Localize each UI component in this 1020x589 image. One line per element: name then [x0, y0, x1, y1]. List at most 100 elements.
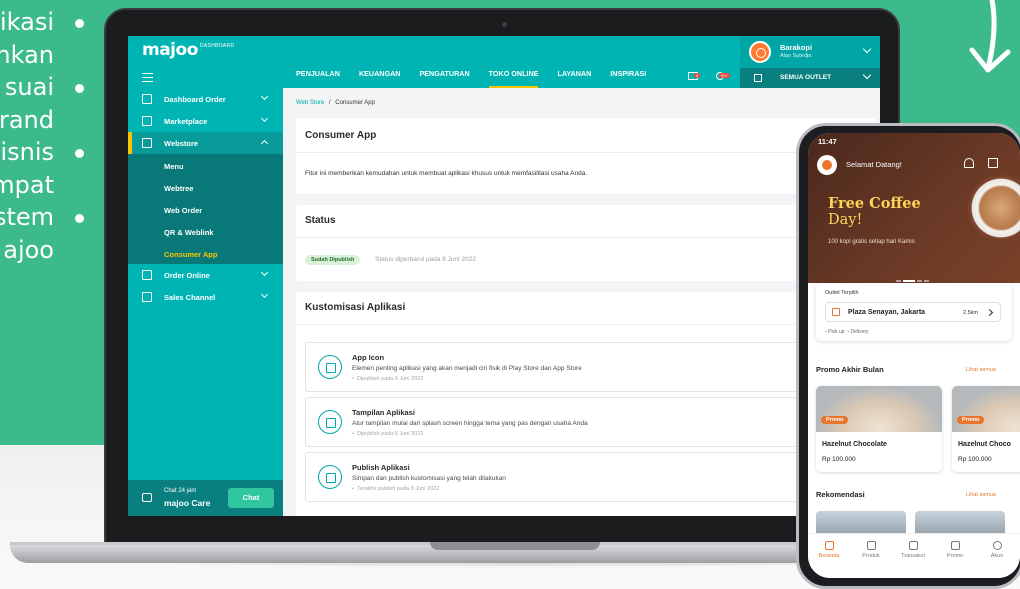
notification-badge: 99+ [719, 73, 730, 78]
nav-produk[interactable]: Produk [850, 541, 892, 559]
chat-icon [142, 493, 152, 502]
see-all-link[interactable]: Lihat semua [966, 367, 996, 373]
submenu-item-qr-weblink[interactable]: QR & Weblink [164, 228, 213, 237]
sidebar-item-label: Dashboard Order [164, 95, 226, 104]
feature-publish-aplikasi[interactable]: Publish Aplikasi Simpan dan publish kust… [305, 452, 876, 502]
breadcrumb: Web Store / Consumer App [296, 100, 375, 106]
webstore-icon [142, 138, 152, 148]
outlet-distance: 2,5km [963, 310, 978, 316]
mode-pickup[interactable]: Pick up [828, 329, 844, 335]
divider [296, 152, 876, 153]
page-title: Consumer App [305, 130, 377, 141]
nav-transaksi[interactable]: Transaksi [892, 541, 934, 559]
breadcrumb-link[interactable]: Web Store [296, 100, 324, 106]
chevron-down-icon [862, 70, 872, 80]
nav-toko-online[interactable]: TOKO ONLINE [488, 68, 538, 88]
main-content: Web Store / Consumer App Consumer App Fi… [283, 88, 880, 516]
sidebar: Dashboard Order Marketplace Webstore Men… [128, 88, 283, 516]
majoo-logo[interactable]: majoo [142, 40, 198, 60]
user-menu[interactable]: Barakopi Alan Sutedja [740, 36, 880, 68]
consumer-app-card: Consumer App Fitur ini memberikan kemuda… [296, 118, 876, 194]
sidebar-item-label: Order Online [164, 271, 210, 280]
customization-card: Kustomisasi Aplikasi App Icon Elemen pen… [296, 292, 876, 516]
phone-screen: 11:47 Selamat Datang! Free Coffee Day! 1… [808, 133, 1020, 578]
nav-penjualan[interactable]: PENJUALAN [296, 68, 340, 88]
feature-description: Simpan dan publish kustomisasi yang tela… [352, 475, 506, 482]
order-modes: • Pick up • Delivery [825, 329, 869, 335]
sidebar-item-marketplace[interactable]: Marketplace [128, 110, 283, 132]
menu-icon[interactable] [142, 73, 153, 82]
nav-promo[interactable]: Promo [934, 541, 976, 559]
chat-bar: Chat 24 jam majoo Care Chat [128, 480, 283, 516]
nav-label: Akun [990, 553, 1004, 559]
sidebar-item-sales-channel[interactable]: Sales Channel [128, 286, 283, 308]
submenu-item-webtree[interactable]: Webtree [164, 184, 193, 193]
bottom-nav: Beranda Produk Transaksi Promo Akun [808, 533, 1020, 578]
user-name: Barakopi [780, 43, 813, 52]
nav-label: Produk [862, 553, 880, 559]
bell-icon[interactable] [964, 158, 974, 168]
coffee-cup-image [968, 175, 1020, 241]
mode-delivery[interactable]: Delivery [851, 329, 869, 335]
outlet-name: Plaza Senayan, Jakarta [848, 309, 926, 316]
nav-beranda[interactable]: Beranda [808, 541, 850, 559]
sales-channel-icon [142, 292, 152, 302]
submenu-item-web-order[interactable]: Web Order [164, 206, 202, 215]
breadcrumb-current: Consumer App [335, 100, 375, 106]
status-note: Status diperbarui pada 8 Juni 2022 [375, 256, 476, 263]
sidebar-item-dashboard-order[interactable]: Dashboard Order [128, 88, 283, 110]
avatar [749, 41, 771, 63]
feature-tampilan-aplikasi[interactable]: Tampilan Aplikasi Atur tampilan mulai da… [305, 397, 876, 447]
bag-icon [866, 541, 876, 550]
promo-badge: Promo [957, 416, 985, 424]
outlet-card: Outlet Terpilih Plaza Senayan, Jakarta 2… [816, 283, 1012, 341]
store-icon [754, 74, 762, 82]
feature-app-icon[interactable]: App Icon Elemen penting aplikasi yang ak… [305, 342, 876, 392]
sidebar-item-order-online[interactable]: Order Online [128, 264, 283, 286]
app-header: majoo DASHBOARD PENJUALAN KEUANGAN PENGA… [128, 36, 880, 88]
feature-date: Dipublish pada 6 Juni 2022 [352, 431, 423, 437]
cart-icon[interactable] [988, 158, 998, 168]
feature-title: Publish Aplikasi [352, 463, 410, 472]
chat-button[interactable]: Chat [228, 488, 274, 508]
card-description: Fitur ini memberikan kemudahan untuk mem… [305, 170, 588, 177]
promo-subtitle: 100 kopi gratis setiap hari Kamis [828, 239, 915, 245]
outlet-select[interactable]: Plaza Senayan, Jakarta 2,5km [825, 302, 1001, 322]
chevron-down-icon [862, 44, 872, 54]
submenu-item-consumer-app[interactable]: Consumer App [164, 250, 217, 259]
product-price: Rp 100.000 [958, 456, 992, 463]
chat-caption: Chat 24 jam [164, 488, 197, 494]
nav-pengaturan[interactable]: PENGATURAN [419, 68, 469, 88]
nav-layanan[interactable]: LAYANAN [557, 68, 591, 88]
nav-inspirasi[interactable]: INSPIRASI [610, 68, 646, 88]
laptop-notch [430, 542, 600, 550]
nav-keuangan[interactable]: KEUANGAN [359, 68, 401, 88]
sidebar-item-webstore[interactable]: Webstore [128, 132, 283, 154]
nav-label: Transaksi [901, 553, 925, 559]
nav-akun[interactable]: Akun [976, 541, 1018, 559]
clipboard-icon [142, 94, 152, 104]
feature-description: Elemen penting aplikasi yang akan menjad… [352, 365, 582, 372]
product-name: Hazelnut Choco [958, 441, 1011, 448]
divider [296, 237, 876, 238]
product-card[interactable]: Promo Hazelnut Chocolate Rp 100.000 [816, 386, 942, 472]
receipt-icon [908, 541, 918, 550]
section-title: Promo Akhir Bulan [816, 365, 884, 374]
logo-subtitle: DASHBOARD [200, 43, 235, 49]
promo-banner[interactable]: 11:47 Selamat Datang! Free Coffee Day! 1… [808, 133, 1020, 283]
top-nav: PENJUALAN KEUANGAN PENGATURAN TOKO ONLIN… [296, 68, 665, 88]
product-card[interactable]: Promo Hazelnut Choco Rp 100.000 [952, 386, 1020, 472]
see-all-link[interactable]: Lihat semua [966, 492, 996, 498]
store-icon [318, 465, 342, 489]
coffee-logo [817, 155, 837, 175]
breadcrumb-separator: / [328, 100, 331, 106]
laptop-screen: majoo DASHBOARD PENJUALAN KEUANGAN PENGA… [128, 36, 880, 516]
submenu-item-menu[interactable]: Menu [164, 162, 184, 171]
promo-title: Free Coffee [828, 195, 921, 212]
feature-title: Tampilan Aplikasi [352, 408, 415, 417]
side-line: ajoo [3, 235, 54, 264]
carousel-dots [896, 269, 932, 282]
side-line: likasi [0, 6, 84, 39]
outlet-selector[interactable]: SEMUA OUTLET [740, 68, 880, 88]
product-name: Hazelnut Chocolate [822, 441, 887, 448]
